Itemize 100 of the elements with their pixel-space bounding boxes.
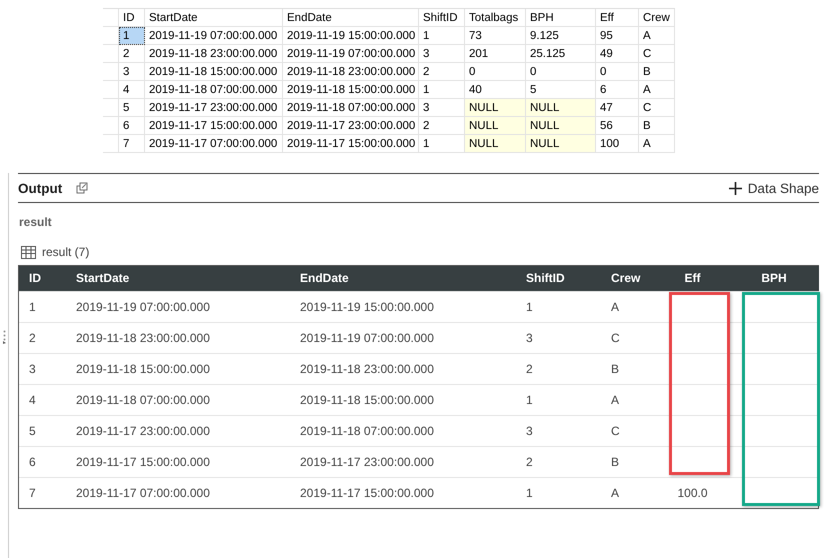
grid-cell: 0 [596, 63, 639, 81]
grid-cell: 6 [119, 117, 145, 135]
grid-cell: 2019-11-18 15:00:00.000 [145, 63, 283, 81]
column-header[interactable]: Eff [596, 9, 639, 27]
grid-cell: 2019-11-17 23:00:00.000 [283, 117, 419, 135]
section-label: result [19, 215, 52, 229]
table-icon [21, 246, 36, 258]
table-cell: 2 [29, 331, 36, 345]
grid-cell: 5 [119, 99, 145, 117]
table-cell: 2019-11-19 07:00:00.000 [76, 300, 210, 314]
table-cell: 3 [29, 362, 36, 376]
grid-cell: 2019-11-17 07:00:00.000 [145, 135, 283, 153]
grid-cell: 2 [419, 63, 465, 81]
grid-cell: 2019-11-18 07:00:00.000 [145, 81, 283, 99]
column-header[interactable]: Totalbags [465, 9, 526, 27]
row-header[interactable] [103, 81, 119, 99]
column-header[interactable]: EndDate [283, 9, 419, 27]
splitter-handle-icon[interactable] [3, 330, 6, 344]
table-cell: 2 [526, 455, 533, 469]
grid-cell: 3 [119, 63, 145, 81]
row-header[interactable] [103, 99, 119, 117]
grid-cell: 4 [119, 81, 145, 99]
table-cell: B [611, 362, 620, 376]
column-header[interactable]: BPH [526, 9, 596, 27]
table-cell: 4 [29, 393, 36, 407]
grid-corner-header[interactable] [103, 9, 119, 27]
grid-cell: 25.125 [526, 45, 596, 63]
grid-cell: 2019-11-19 15:00:00.000 [283, 27, 419, 45]
row-header[interactable] [103, 117, 119, 135]
table-cell: 1 [526, 393, 533, 407]
table-cell: 7 [29, 486, 36, 500]
table-cell: 2019-11-19 07:00:00.000 [300, 331, 434, 345]
column-header[interactable]: ShiftID [516, 266, 601, 291]
grid-cell: C [639, 45, 675, 63]
grid-cell: 2019-11-19 07:00:00.000 [145, 27, 283, 45]
column-header[interactable]: Crew [639, 9, 675, 27]
grid-cell: 2019-11-19 07:00:00.000 [283, 45, 419, 63]
row-header[interactable] [103, 63, 119, 81]
grid-cell: 95 [596, 27, 639, 45]
table-cell: 2019-11-18 07:00:00.000 [76, 393, 210, 407]
grid-cell: 1 [119, 27, 145, 45]
table-cell: 2019-11-17 15:00:00.000 [300, 486, 434, 500]
grid-cell: 1 [419, 27, 465, 45]
column-header[interactable]: Eff [656, 266, 729, 291]
table-cell: C [611, 331, 620, 345]
column-header[interactable]: ID [19, 266, 66, 291]
grid-cell: 0 [465, 63, 526, 81]
table-cell: 6 [29, 455, 36, 469]
grid-cell: A [639, 135, 675, 153]
column-header[interactable]: BPH [729, 266, 819, 291]
column-header[interactable]: StartDate [66, 266, 290, 291]
table-cell: B [611, 455, 620, 469]
grid-cell: 2019-11-18 07:00:00.000 [283, 99, 419, 117]
table-cell: 2019-11-17 23:00:00.000 [76, 424, 210, 438]
column-header[interactable]: ID [119, 9, 145, 27]
popout-icon[interactable] [76, 182, 88, 194]
row-header[interactable] [103, 135, 119, 153]
grid-cell: 0 [526, 63, 596, 81]
table-cell: 2019-11-18 15:00:00.000 [300, 393, 434, 407]
table-label: result (7) [42, 245, 90, 259]
grid-cell: 1 [419, 81, 465, 99]
table-cell: 5 [29, 424, 36, 438]
table-cell: 2019-11-18 07:00:00.000 [300, 424, 434, 438]
grid-cell: NULL [465, 135, 526, 153]
grid-cell: 73 [465, 27, 526, 45]
grid-cell: NULL [465, 117, 526, 135]
grid-cell: 47 [596, 99, 639, 117]
grid-cell: NULL [526, 99, 596, 117]
table-cell: 2019-11-18 15:00:00.000 [76, 362, 210, 376]
table-cell: 2019-11-17 07:00:00.000 [76, 486, 210, 500]
table-cell: 2019-11-18 23:00:00.000 [76, 331, 210, 345]
table-cell: 1 [526, 300, 533, 314]
table-cell: 100.0 [677, 486, 708, 500]
grid-cell: A [639, 27, 675, 45]
grid-cell: 2019-11-18 15:00:00.000 [283, 81, 419, 99]
plus-icon [728, 182, 742, 194]
row-header[interactable] [103, 45, 119, 63]
column-header[interactable]: Crew [601, 266, 656, 291]
grid-cell: 2019-11-18 23:00:00.000 [283, 63, 419, 81]
grid-cell: 201 [465, 45, 526, 63]
grid-cell: 3 [419, 45, 465, 63]
table-cell: C [611, 424, 620, 438]
column-header[interactable]: StartDate [145, 9, 283, 27]
table-cell: 1 [29, 300, 36, 314]
table-cell: 2 [526, 362, 533, 376]
column-header[interactable]: EndDate [290, 266, 516, 291]
grid-cell: B [639, 117, 675, 135]
grid-cell: 2019-11-18 23:00:00.000 [145, 45, 283, 63]
table-cell: 2019-11-17 23:00:00.000 [300, 455, 434, 469]
column-header[interactable]: ShiftID [419, 9, 465, 27]
table-cell: A [611, 393, 620, 407]
grid-cell: NULL [526, 117, 596, 135]
table-cell: A [611, 486, 620, 500]
panel-title: Output [18, 180, 62, 196]
grid-cell: 100 [596, 135, 639, 153]
grid-cell: 56 [596, 117, 639, 135]
grid-cell: 2019-11-17 23:00:00.000 [145, 99, 283, 117]
grid-cell: NULL [465, 99, 526, 117]
grid-cell: 49 [596, 45, 639, 63]
data-shape-button[interactable]: Data Shape [728, 180, 819, 196]
